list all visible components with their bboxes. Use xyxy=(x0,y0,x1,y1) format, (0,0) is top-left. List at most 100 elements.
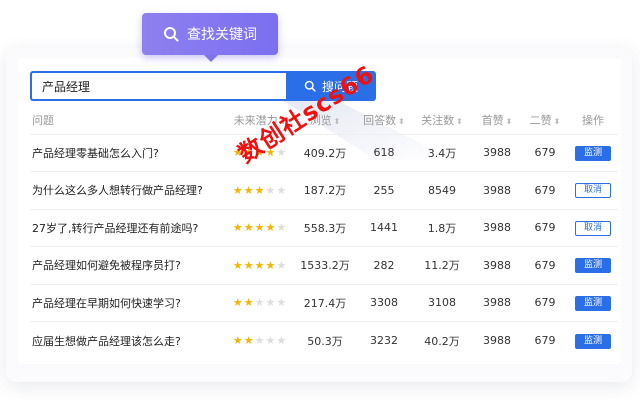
star-icon: ★ xyxy=(232,296,243,310)
action-cell: 取消 xyxy=(568,208,618,247)
followers-cell: 3.4万 xyxy=(412,133,472,172)
potential-rating: ★★★★★ xyxy=(226,171,294,209)
first-likes-cell: 3988 xyxy=(472,321,522,359)
cancel-button[interactable]: 取消 xyxy=(575,220,611,236)
second-likes-cell: 679 xyxy=(522,246,568,284)
table-row: 27岁了,转行产品经理还有前途吗? ★★★★★ 558.3万 1441 1.8万 3988… xyxy=(30,208,618,247)
star-icon: ★ xyxy=(243,258,254,272)
star-icon: ★ xyxy=(276,258,287,272)
views-cell: 558.3万 xyxy=(294,208,356,247)
cancel-button[interactable]: 取消 xyxy=(575,183,611,199)
sort-icon[interactable]: ⬍ xyxy=(398,117,405,126)
column-header-label: 二赞 xyxy=(529,113,552,127)
question-link[interactable]: 应届生想做产品经理该怎么走? xyxy=(30,321,226,359)
table-row: 产品经理在早期如何快速学习? ★★★★★ 217.4万 3308 3108 3988 679… xyxy=(30,283,618,322)
star-icon: ★ xyxy=(276,183,287,197)
column-header[interactable]: 首赞 ⬍ xyxy=(472,106,522,134)
column-header: 问题 xyxy=(30,106,226,134)
star-icon: ★ xyxy=(276,334,287,347)
star-icon: ★ xyxy=(243,183,254,197)
star-icon: ★ xyxy=(276,296,287,310)
star-icon: ★ xyxy=(254,221,265,235)
column-header[interactable]: 关注数 ⬍ xyxy=(412,106,472,134)
monitor-button[interactable]: 监测 xyxy=(575,333,611,349)
question-link[interactable]: 产品经理在早期如何快速学习? xyxy=(30,283,226,322)
search-input[interactable] xyxy=(30,71,286,101)
answers-cell: 282 xyxy=(356,246,412,284)
question-link[interactable]: 27岁了,转行产品经理还有前途吗? xyxy=(30,208,226,247)
first-likes-cell: 3988 xyxy=(472,171,522,209)
column-header: 操作 xyxy=(568,106,618,134)
star-icon: ★ xyxy=(265,183,276,197)
sort-icon[interactable]: ⬍ xyxy=(334,117,341,126)
table-row: 应届生想做产品经理该怎么走? ★★★★★ 50.3万 3232 40.2万 3988 679… xyxy=(30,321,618,359)
action-cell: 监测 xyxy=(568,321,618,359)
views-cell: 50.3万 xyxy=(294,321,356,359)
sort-icon[interactable]: ⬍ xyxy=(456,117,463,126)
tooltip-label: 查找关键词 xyxy=(187,27,257,43)
answers-cell: 618 xyxy=(356,133,412,172)
sort-icon[interactable]: ⬍ xyxy=(506,117,513,126)
column-header-label: 首赞 xyxy=(481,113,504,127)
answers-cell: 3308 xyxy=(356,283,412,322)
column-header-label: 关注数 xyxy=(421,113,455,127)
second-likes-cell: 679 xyxy=(522,133,568,172)
answers-cell: 1441 xyxy=(356,208,412,247)
monitor-button[interactable]: 监测 xyxy=(575,295,611,311)
star-icon: ★ xyxy=(254,183,265,197)
views-cell: 1533.2万 xyxy=(294,246,356,284)
column-header[interactable]: 二赞 ⬍ xyxy=(522,106,568,134)
star-icon: ★ xyxy=(254,258,265,272)
monitor-button[interactable]: 监测 xyxy=(575,145,611,161)
first-likes-cell: 3988 xyxy=(472,283,522,322)
star-icon: ★ xyxy=(232,221,243,235)
views-cell: 409.2万 xyxy=(294,133,356,172)
star-icon: ★ xyxy=(232,258,243,272)
answers-cell: 3232 xyxy=(356,321,412,359)
followers-cell: 40.2万 xyxy=(412,321,472,359)
question-link[interactable]: 产品经理如何避免被程序员打? xyxy=(30,246,226,284)
question-table: 问题 未来潜力 ⬍ 浏览 ⬍ 回答数 ⬍ 关注数 ⬍ 首赞 ⬍ 二赞 ⬍ 操作 产品经理零基础怎么入门? ★… xyxy=(30,106,618,359)
star-icon: ★ xyxy=(254,296,265,310)
star-icon: ★ xyxy=(232,334,243,347)
action-cell: 取消 xyxy=(568,171,618,209)
question-link[interactable]: 产品经理零基础怎么入门? xyxy=(30,133,226,172)
keyword-tooltip: 查找关键词 xyxy=(142,13,278,62)
action-cell: 监测 xyxy=(568,246,618,284)
potential-rating: ★★★★★ xyxy=(226,208,294,247)
answers-cell: 255 xyxy=(356,171,412,209)
table-row: 为什么这么多人想转行做产品经理? ★★★★★ 187.2万 255 8549 3988 67… xyxy=(30,171,618,209)
star-icon: ★ xyxy=(243,296,254,310)
second-likes-cell: 679 xyxy=(522,283,568,322)
followers-cell: 1.8万 xyxy=(412,208,472,247)
search-icon xyxy=(164,27,179,42)
star-icon: ★ xyxy=(254,334,265,347)
first-likes-cell: 3988 xyxy=(472,133,522,172)
views-cell: 187.2万 xyxy=(294,171,356,209)
potential-rating: ★★★★★ xyxy=(226,283,294,322)
star-icon: ★ xyxy=(265,258,276,272)
potential-rating: ★★★★★ xyxy=(226,321,294,359)
followers-cell: 3108 xyxy=(412,283,472,322)
monitor-button[interactable]: 监测 xyxy=(575,258,611,274)
second-likes-cell: 679 xyxy=(522,321,568,359)
star-icon: ★ xyxy=(265,296,276,310)
column-header-label: 回答数 xyxy=(363,113,397,127)
star-icon: ★ xyxy=(243,221,254,235)
question-link[interactable]: 为什么这么多人想转行做产品经理? xyxy=(30,171,226,209)
star-icon: ★ xyxy=(265,221,276,235)
star-icon: ★ xyxy=(276,221,287,235)
table-row: 产品经理如何避免被程序员打? ★★★★★ 1533.2万 282 11.2万 3988 67… xyxy=(30,246,618,284)
followers-cell: 11.2万 xyxy=(412,246,472,284)
second-likes-cell: 679 xyxy=(522,171,568,209)
column-header-label: 操作 xyxy=(582,113,604,127)
column-header-label: 问题 xyxy=(32,113,54,127)
column-header[interactable]: 回答数 ⬍ xyxy=(356,106,412,134)
potential-rating: ★★★★★ xyxy=(226,246,294,284)
first-likes-cell: 3988 xyxy=(472,208,522,247)
followers-cell: 8549 xyxy=(412,171,472,209)
star-icon: ★ xyxy=(265,334,276,347)
sort-icon[interactable]: ⬍ xyxy=(554,117,561,126)
table-row: 产品经理零基础怎么入门? ★★★★★ 409.2万 618 3.4万 3988 679 监测 xyxy=(30,133,618,172)
views-cell: 217.4万 xyxy=(294,283,356,322)
